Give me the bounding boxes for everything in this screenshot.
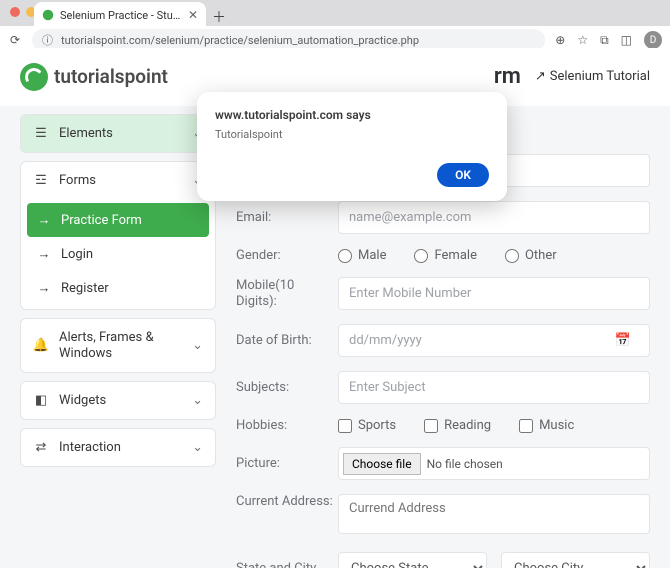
hobby-reading-option[interactable]: Reading bbox=[424, 418, 491, 433]
mobile-label: Mobile(10 Digits): bbox=[236, 278, 338, 309]
mobile-input[interactable] bbox=[338, 277, 650, 310]
logo-text: tutorialspoint bbox=[54, 65, 168, 88]
sidebar-item-elements[interactable]: ☰ Elements ⌄ bbox=[21, 115, 215, 152]
checkbox-label: Sports bbox=[358, 418, 396, 433]
close-tab-icon[interactable]: ✕ bbox=[188, 8, 198, 22]
page-title: rm bbox=[494, 64, 521, 89]
browser-tab[interactable]: Selenium Practice - Student R ✕ bbox=[34, 2, 206, 28]
radio-label: Female bbox=[434, 248, 476, 263]
subjects-input[interactable] bbox=[338, 371, 650, 404]
arrow-right-icon: → bbox=[37, 212, 51, 228]
sidebar-item-label: Register bbox=[61, 281, 109, 296]
city-select[interactable]: Choose City bbox=[501, 552, 650, 568]
checkbox-label: Reading bbox=[444, 418, 491, 433]
choose-file-button[interactable]: Choose file bbox=[343, 453, 421, 475]
swap-icon: ⇄ bbox=[33, 440, 49, 455]
arrow-right-icon: → bbox=[37, 246, 51, 262]
dob-label: Date of Birth: bbox=[236, 333, 338, 348]
logo[interactable]: tutorialspoint bbox=[20, 63, 168, 91]
extensions-icon[interactable]: ⧉ bbox=[600, 33, 609, 48]
gender-female-option[interactable]: Female bbox=[414, 248, 476, 263]
state-city-label: State and City bbox=[236, 561, 338, 568]
address-textarea[interactable] bbox=[338, 494, 650, 534]
selenium-tutorial-label: Selenium Tutorial bbox=[550, 69, 650, 84]
hobby-reading-checkbox[interactable] bbox=[424, 419, 438, 433]
picture-file-input[interactable]: Choose file No file chosen bbox=[338, 447, 650, 480]
profile-avatar[interactable]: D bbox=[644, 31, 662, 49]
gender-male-option[interactable]: Male bbox=[338, 248, 386, 263]
checkbox-label: Music bbox=[539, 418, 574, 433]
new-tab-button[interactable]: ＋ bbox=[212, 7, 226, 27]
calendar-icon[interactable]: 📅 bbox=[615, 333, 631, 348]
sidebar-item-forms[interactable]: ☲ Forms ⌄ bbox=[21, 162, 215, 199]
sidebar: ☰ Elements ⌄ ☲ Forms ⌄ → Practice Form bbox=[20, 114, 216, 568]
alert-ok-button[interactable]: OK bbox=[437, 163, 489, 187]
gender-male-radio[interactable] bbox=[338, 249, 352, 263]
sidebar-sub-register[interactable]: → Register bbox=[27, 271, 209, 305]
sidebar-item-label: Alerts, Frames & Windows bbox=[59, 330, 182, 361]
sidebar-item-label: Forms bbox=[59, 173, 96, 188]
sidebar-sub-practice-form[interactable]: → Practice Form bbox=[27, 203, 209, 237]
alert-message: Tutorialspoint bbox=[215, 128, 489, 141]
tab-title: Selenium Practice - Student R bbox=[60, 9, 182, 22]
js-alert-dialog: www.tutorialspoint.com says Tutorialspoi… bbox=[197, 92, 507, 201]
favicon-icon bbox=[42, 9, 54, 21]
sidebar-item-label: Interaction bbox=[59, 440, 121, 455]
reload-icon[interactable]: ⟳ bbox=[8, 33, 22, 47]
close-window-icon[interactable] bbox=[10, 7, 20, 17]
selenium-tutorial-link[interactable]: ↗ Selenium Tutorial bbox=[535, 69, 650, 84]
sidebar-item-interaction[interactable]: ⇄ Interaction ⌄ bbox=[21, 429, 215, 466]
bell-icon: 🔔 bbox=[33, 338, 49, 353]
picture-label: Picture: bbox=[236, 456, 338, 471]
email-input[interactable] bbox=[338, 201, 650, 234]
hobby-sports-checkbox[interactable] bbox=[338, 419, 352, 433]
logo-icon bbox=[20, 63, 48, 91]
arrow-right-icon: → bbox=[37, 280, 51, 296]
zoom-icon[interactable]: ⊕ bbox=[555, 33, 565, 47]
sidebar-item-label: Elements bbox=[59, 126, 113, 141]
file-status: No file chosen bbox=[427, 457, 503, 471]
sidebar-item-label: Widgets bbox=[59, 393, 106, 408]
browser-chrome: Selenium Practice - Student R ✕ ＋ ⟳ ⓘ tu… bbox=[0, 0, 670, 48]
alert-title: www.tutorialspoint.com says bbox=[215, 108, 489, 122]
external-link-icon: ↗ bbox=[535, 69, 546, 84]
sidebar-sub-login[interactable]: → Login bbox=[27, 237, 209, 271]
hamburger-icon: ☰ bbox=[33, 126, 49, 141]
side-panel-icon[interactable]: ◫ bbox=[621, 33, 632, 47]
url-text: tutorialspoint.com/selenium/practice/sel… bbox=[61, 34, 419, 47]
site-info-icon[interactable]: ⓘ bbox=[42, 32, 53, 48]
widgets-icon: ◧ bbox=[33, 393, 49, 408]
radio-label: Male bbox=[358, 248, 386, 263]
gender-other-radio[interactable] bbox=[505, 249, 519, 263]
subjects-label: Subjects: bbox=[236, 380, 338, 395]
sidebar-item-widgets[interactable]: ◧ Widgets ⌄ bbox=[21, 382, 215, 419]
gender-female-radio[interactable] bbox=[414, 249, 428, 263]
address-label: Current Address: bbox=[236, 494, 338, 509]
form-icon: ☲ bbox=[33, 173, 49, 188]
hobby-music-option[interactable]: Music bbox=[519, 418, 574, 433]
chevron-down-icon: ⌄ bbox=[192, 393, 203, 408]
hobbies-label: Hobbies: bbox=[236, 418, 338, 433]
hobby-music-checkbox[interactable] bbox=[519, 419, 533, 433]
hobby-sports-option[interactable]: Sports bbox=[338, 418, 396, 433]
bookmark-icon[interactable]: ☆ bbox=[577, 33, 588, 47]
sidebar-item-label: Practice Form bbox=[61, 213, 142, 228]
state-select[interactable]: Choose State bbox=[338, 552, 487, 568]
radio-label: Other bbox=[525, 248, 557, 263]
sidebar-item-alerts[interactable]: 🔔 Alerts, Frames & Windows ⌄ bbox=[21, 319, 215, 372]
chevron-down-icon: ⌄ bbox=[192, 440, 203, 455]
chevron-down-icon: ⌄ bbox=[192, 338, 203, 353]
sidebar-item-label: Login bbox=[61, 247, 93, 262]
gender-other-option[interactable]: Other bbox=[505, 248, 557, 263]
gender-label: Gender: bbox=[236, 248, 338, 263]
email-label: Email: bbox=[236, 210, 338, 225]
dob-placeholder[interactable]: dd/mm/yyyy bbox=[349, 333, 422, 348]
